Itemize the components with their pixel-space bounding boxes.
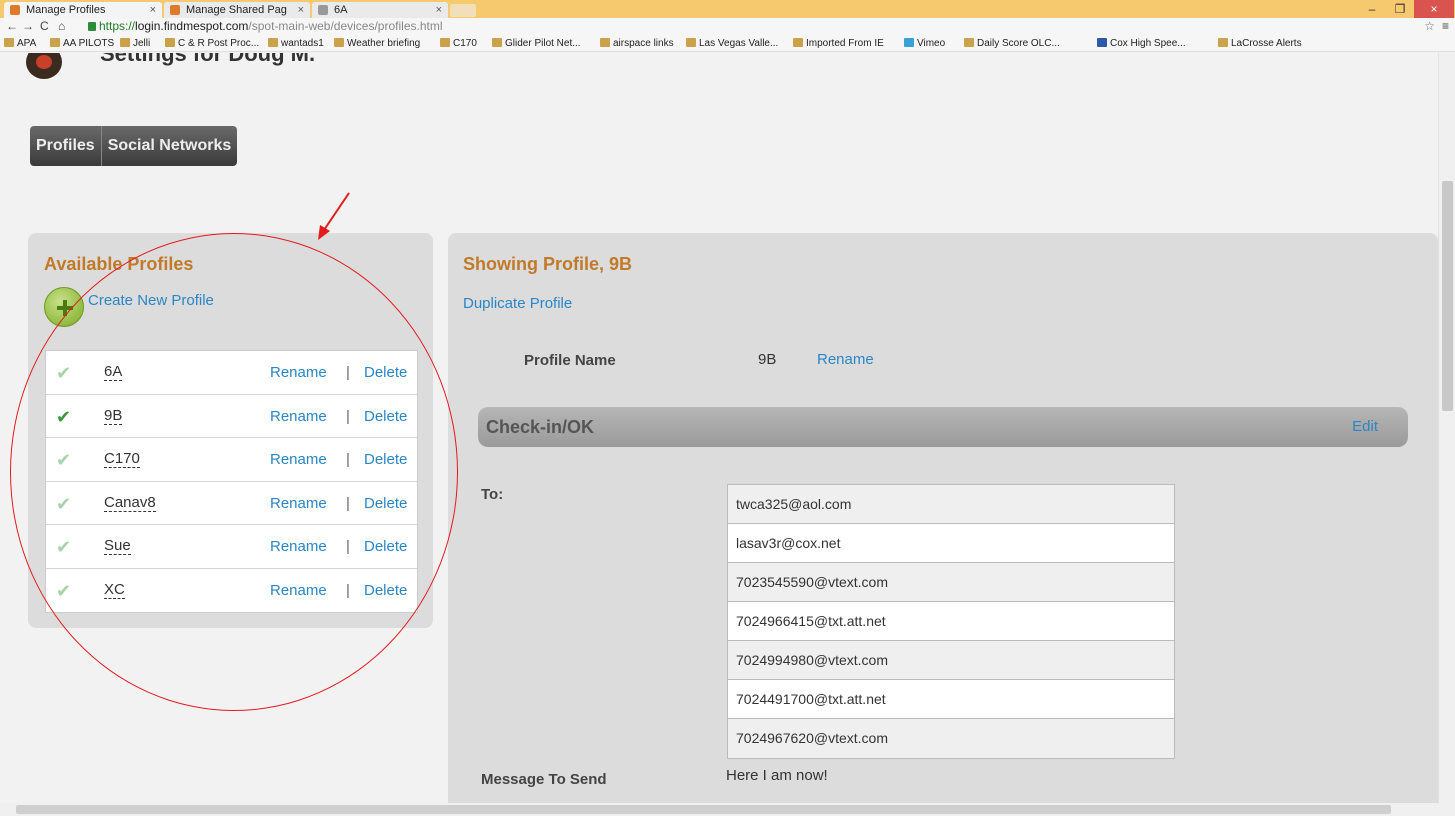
bookmark-item[interactable]: AA PILOTS	[50, 37, 114, 50]
folder-icon	[793, 38, 803, 47]
page-icon	[492, 38, 502, 47]
bookmark-item[interactable]: APA	[4, 37, 36, 50]
vertical-scrollbar[interactable]	[1438, 53, 1455, 803]
close-window-button[interactable]: ×	[1414, 0, 1454, 18]
bookmark-item[interactable]: Daily Score OLC...	[964, 37, 1060, 50]
vertical-scroll-thumb[interactable]	[1442, 181, 1453, 411]
close-tab-icon[interactable]: ×	[298, 2, 304, 18]
annotation-arrowhead	[318, 225, 330, 240]
bookmark-icon	[4, 38, 14, 47]
bookmark-item[interactable]: Weather briefing	[334, 37, 420, 50]
spot-favicon-icon	[10, 5, 20, 15]
bookmark-item[interactable]: Glider Pilot Net...	[492, 37, 581, 50]
page-icon	[1218, 38, 1228, 47]
bookmark-icon	[964, 38, 974, 47]
cox-icon	[1097, 38, 1107, 47]
back-icon[interactable]: ←	[6, 18, 18, 35]
bookmark-icon	[440, 38, 450, 47]
url-field[interactable]: https://login.findmespot.com/spot-main-w…	[88, 19, 443, 34]
folder-icon	[334, 38, 344, 47]
browser-tab-shared-page[interactable]: Manage Shared Pag ×	[164, 2, 310, 18]
bookmark-item[interactable]: C170	[440, 37, 477, 50]
close-tab-icon[interactable]: ×	[150, 2, 156, 18]
page-viewport: Settings for Doug M. Profiles Social Net…	[0, 53, 1438, 803]
reload-icon[interactable]: C	[40, 18, 49, 35]
vimeo-icon	[904, 38, 914, 47]
browser-menu-icon[interactable]: ≡	[1442, 18, 1449, 35]
bookmark-item[interactable]: LaCrosse Alerts	[1218, 37, 1302, 50]
home-icon[interactable]: ⌂	[58, 18, 65, 35]
bookmark-icon	[686, 38, 696, 47]
bookmark-star-icon[interactable]: ☆	[1424, 18, 1435, 35]
bookmark-item[interactable]: wantads1	[268, 37, 324, 50]
bookmark-item[interactable]: Las Vegas Valle...	[686, 37, 778, 50]
close-tab-icon[interactable]: ×	[436, 2, 442, 18]
browser-tab-strip: Manage Profiles × Manage Shared Pag × 6A…	[0, 0, 1455, 18]
bookmark-item[interactable]: Cox High Spee...	[1097, 37, 1186, 50]
bookmark-icon	[268, 38, 278, 47]
annotation-arrow-line	[321, 192, 350, 234]
horizontal-scrollbar[interactable]	[0, 803, 1455, 816]
bookmark-item[interactable]: Jelli	[120, 37, 150, 50]
spot-favicon-icon	[170, 5, 180, 15]
lock-icon	[88, 22, 96, 31]
new-tab-button[interactable]	[450, 4, 476, 17]
forward-icon[interactable]: →	[22, 18, 34, 35]
bookmark-icon	[165, 38, 175, 47]
bookmarks-bar: APA AA PILOTS Jelli C & R Post Proc... w…	[0, 35, 1455, 52]
minimize-window-button[interactable]: –	[1358, 0, 1386, 18]
folder-icon	[600, 38, 610, 47]
address-bar: ← → C ⌂ https://login.findmespot.com/spo…	[0, 18, 1455, 35]
browser-tab-manage-profiles[interactable]: Manage Profiles ×	[4, 2, 162, 18]
bookmark-icon	[120, 38, 130, 47]
restore-window-button[interactable]: ❐	[1386, 0, 1414, 18]
bookmark-icon	[50, 38, 60, 47]
horizontal-scroll-thumb[interactable]	[16, 805, 1391, 814]
bookmark-item[interactable]: Imported From IE	[793, 37, 884, 50]
bookmark-item[interactable]: airspace links	[600, 37, 674, 50]
annotation-arrow-icon	[318, 192, 350, 240]
bookmark-item[interactable]: Vimeo	[904, 37, 945, 50]
bookmark-item[interactable]: C & R Post Proc...	[165, 37, 259, 50]
page-favicon-icon	[318, 5, 328, 15]
browser-tab-6a[interactable]: 6A ×	[312, 2, 448, 18]
